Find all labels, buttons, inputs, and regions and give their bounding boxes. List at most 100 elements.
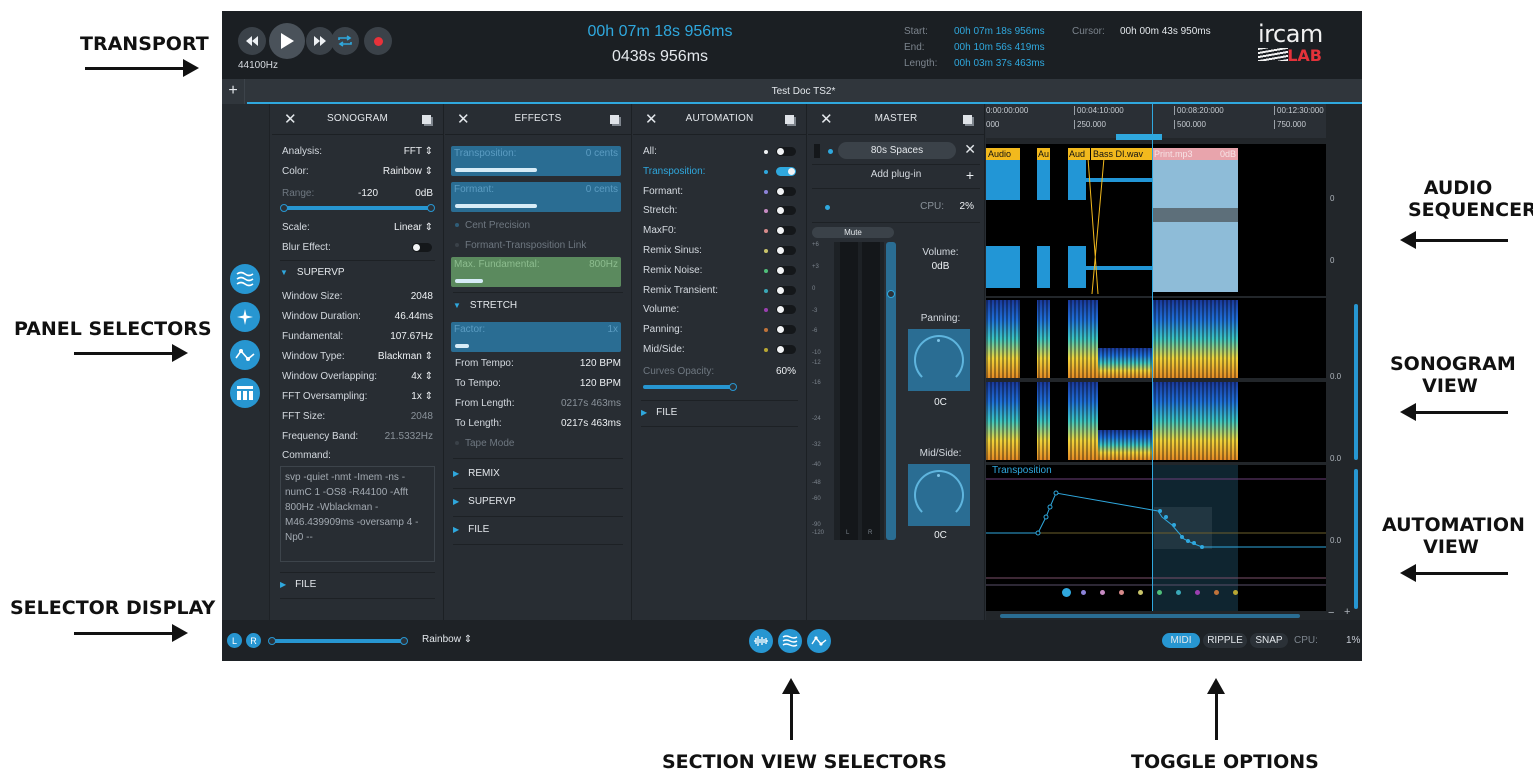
clip-label-bass[interactable]: Bass DI.wav [1091, 148, 1152, 160]
automation-section-view-button[interactable] [807, 629, 831, 653]
clip-label-aud[interactable]: Aud [1068, 148, 1090, 160]
parameter-color-dot[interactable] [1081, 590, 1086, 595]
supervp-section[interactable]: ▼ SUPERVP [280, 262, 435, 284]
fft-oversampling-row[interactable]: FFT Oversampling: 1x ⇕ [282, 389, 433, 405]
window-duration-value[interactable]: 46.44ms [395, 309, 433, 325]
dock-icon[interactable] [785, 115, 794, 124]
zoom-out-button[interactable]: − [1328, 607, 1334, 619]
automation-toggle[interactable] [776, 325, 796, 335]
fft-oversampling-select[interactable]: 1x ⇕ [411, 389, 433, 405]
window-overlap-select[interactable]: 4x ⇕ [411, 369, 433, 385]
scale-row[interactable]: Scale: Linear ⇕ [282, 220, 433, 236]
master-panel-selector[interactable] [230, 378, 260, 408]
to-length-value[interactable]: 0217s 463ms [561, 416, 621, 432]
curves-opacity-slider[interactable] [643, 383, 737, 391]
fast-forward-button[interactable] [306, 27, 334, 55]
window-size-value[interactable]: 2048 [411, 289, 433, 305]
loop-button[interactable] [331, 27, 359, 55]
automation-item[interactable]: All: [643, 144, 796, 160]
formant-slider[interactable]: Formant: 0 cents [451, 182, 621, 212]
automation-item[interactable]: Mid/Side: [643, 342, 796, 358]
snap-toggle[interactable]: SNAP [1250, 633, 1288, 648]
effects-panel-selector[interactable] [230, 302, 260, 332]
automation-toggle[interactable] [776, 147, 796, 156]
automation-panel-selector[interactable] [230, 340, 260, 370]
command-textarea[interactable]: svp -quiet -nmt -Imem -ns -numC 1 -OS8 -… [280, 466, 435, 562]
automation-toggle[interactable] [776, 305, 796, 315]
automation-toggle[interactable] [776, 206, 796, 216]
clip-label-audio[interactable]: Audio [986, 148, 1020, 160]
color-row[interactable]: Color: Rainbow ⇕ [282, 164, 433, 180]
transposition-slider[interactable]: Transposition: 0 cents [451, 146, 621, 176]
automation-item[interactable]: Remix Sinus: [643, 243, 796, 259]
parameter-color-dot[interactable] [1062, 588, 1071, 597]
color-select[interactable]: Rainbow ⇕ [383, 164, 433, 180]
parameter-color-dot[interactable] [1195, 590, 1200, 595]
audio-track[interactable]: Audio Au Aud Bass DI.wav Print.mp3 0dB [986, 144, 1326, 296]
ripple-toggle[interactable]: RIPPLE [1203, 633, 1247, 648]
volume-fader-handle[interactable] [887, 290, 895, 298]
document-tab[interactable]: Test Doc TS2* [245, 79, 1362, 104]
cent-precision-row[interactable]: Cent Precision [455, 218, 621, 234]
formant-link-row[interactable]: Formant-Transposition Link [455, 238, 621, 254]
automation-toggle[interactable] [776, 285, 796, 295]
horizontal-scrollbar[interactable] [1000, 614, 1300, 618]
automation-toggle[interactable] [776, 226, 796, 236]
automation-view[interactable]: Transposition [986, 465, 1326, 611]
plugin-bypass-indicator[interactable] [814, 144, 820, 158]
colormap-select[interactable]: Rainbow ⇕ [422, 634, 472, 645]
automation-item[interactable]: Transposition: [643, 164, 796, 180]
automation-item[interactable]: Remix Noise: [643, 263, 796, 279]
dock-icon[interactable] [422, 115, 431, 124]
tape-mode-row[interactable]: Tape Mode [455, 436, 621, 452]
dock-icon[interactable] [963, 115, 972, 124]
playhead[interactable] [1152, 104, 1153, 611]
automation-item[interactable]: Volume: [643, 302, 796, 318]
parameter-color-dot[interactable] [1176, 590, 1181, 595]
factor-slider[interactable]: Factor: 1x [451, 322, 621, 352]
parameter-color-dot[interactable] [1100, 590, 1105, 595]
zoom-in-button[interactable]: + [1344, 606, 1350, 618]
sonogram-panel-selector[interactable] [230, 264, 260, 294]
plugin-name[interactable]: 80s Spaces [838, 142, 956, 159]
automation-vertical-scrollbar[interactable] [1354, 469, 1358, 609]
analysis-select[interactable]: FFT ⇕ [404, 144, 433, 160]
parameter-color-dot[interactable] [1233, 590, 1238, 595]
clip-label-au[interactable]: Au [1037, 148, 1050, 160]
record-button[interactable] [364, 27, 392, 55]
remove-plugin-icon[interactable]: ✕ [964, 141, 976, 158]
window-type-select[interactable]: Blackman ⇕ [378, 349, 433, 365]
parameter-color-dot[interactable] [1157, 590, 1162, 595]
remix-section[interactable]: ▶ REMIX [453, 463, 623, 485]
analysis-row[interactable]: Analysis: FFT ⇕ [282, 144, 433, 160]
parameter-color-dot[interactable] [1138, 590, 1143, 595]
parameter-color-dot[interactable] [1214, 590, 1219, 595]
scale-select[interactable]: Linear ⇕ [394, 220, 433, 236]
sonogram-section-view-button[interactable] [778, 629, 802, 653]
fundamental-value[interactable]: 107.67Hz [390, 329, 433, 345]
window-overlap-row[interactable]: Window Overlapping: 4x ⇕ [282, 369, 433, 385]
automation-toggle[interactable] [776, 166, 796, 176]
automation-toggle[interactable] [776, 265, 796, 275]
effects-supervp-section[interactable]: ▶ SUPERVP [453, 491, 623, 513]
mute-button[interactable]: Mute [812, 227, 894, 238]
channel-right-button[interactable]: R [246, 633, 261, 648]
audio-section-view-button[interactable] [749, 629, 773, 653]
window-type-row[interactable]: Window Type: Blackman ⇕ [282, 349, 433, 365]
selector-display-slider[interactable] [268, 637, 408, 645]
automation-item[interactable]: MaxF0: [643, 223, 796, 239]
dock-icon[interactable] [610, 115, 619, 124]
clip-label-print[interactable]: Print.mp3 0dB [1152, 148, 1238, 160]
sonogram-view[interactable] [986, 298, 1326, 462]
automation-item[interactable]: Remix Transient: [643, 283, 796, 299]
from-tempo-value[interactable]: 120 BPM [580, 356, 621, 372]
sonogram-vertical-scrollbar[interactable] [1354, 304, 1358, 460]
midi-toggle[interactable]: MIDI [1162, 633, 1200, 648]
midside-knob[interactable] [908, 464, 970, 526]
automation-toggle[interactable] [776, 186, 796, 196]
volume-fader[interactable] [886, 242, 896, 540]
panning-knob[interactable] [908, 329, 970, 391]
automation-file-section[interactable]: ▶ FILE [641, 402, 798, 424]
play-button[interactable] [269, 23, 305, 59]
add-plugin-row[interactable]: Add plug-in + [818, 167, 974, 183]
